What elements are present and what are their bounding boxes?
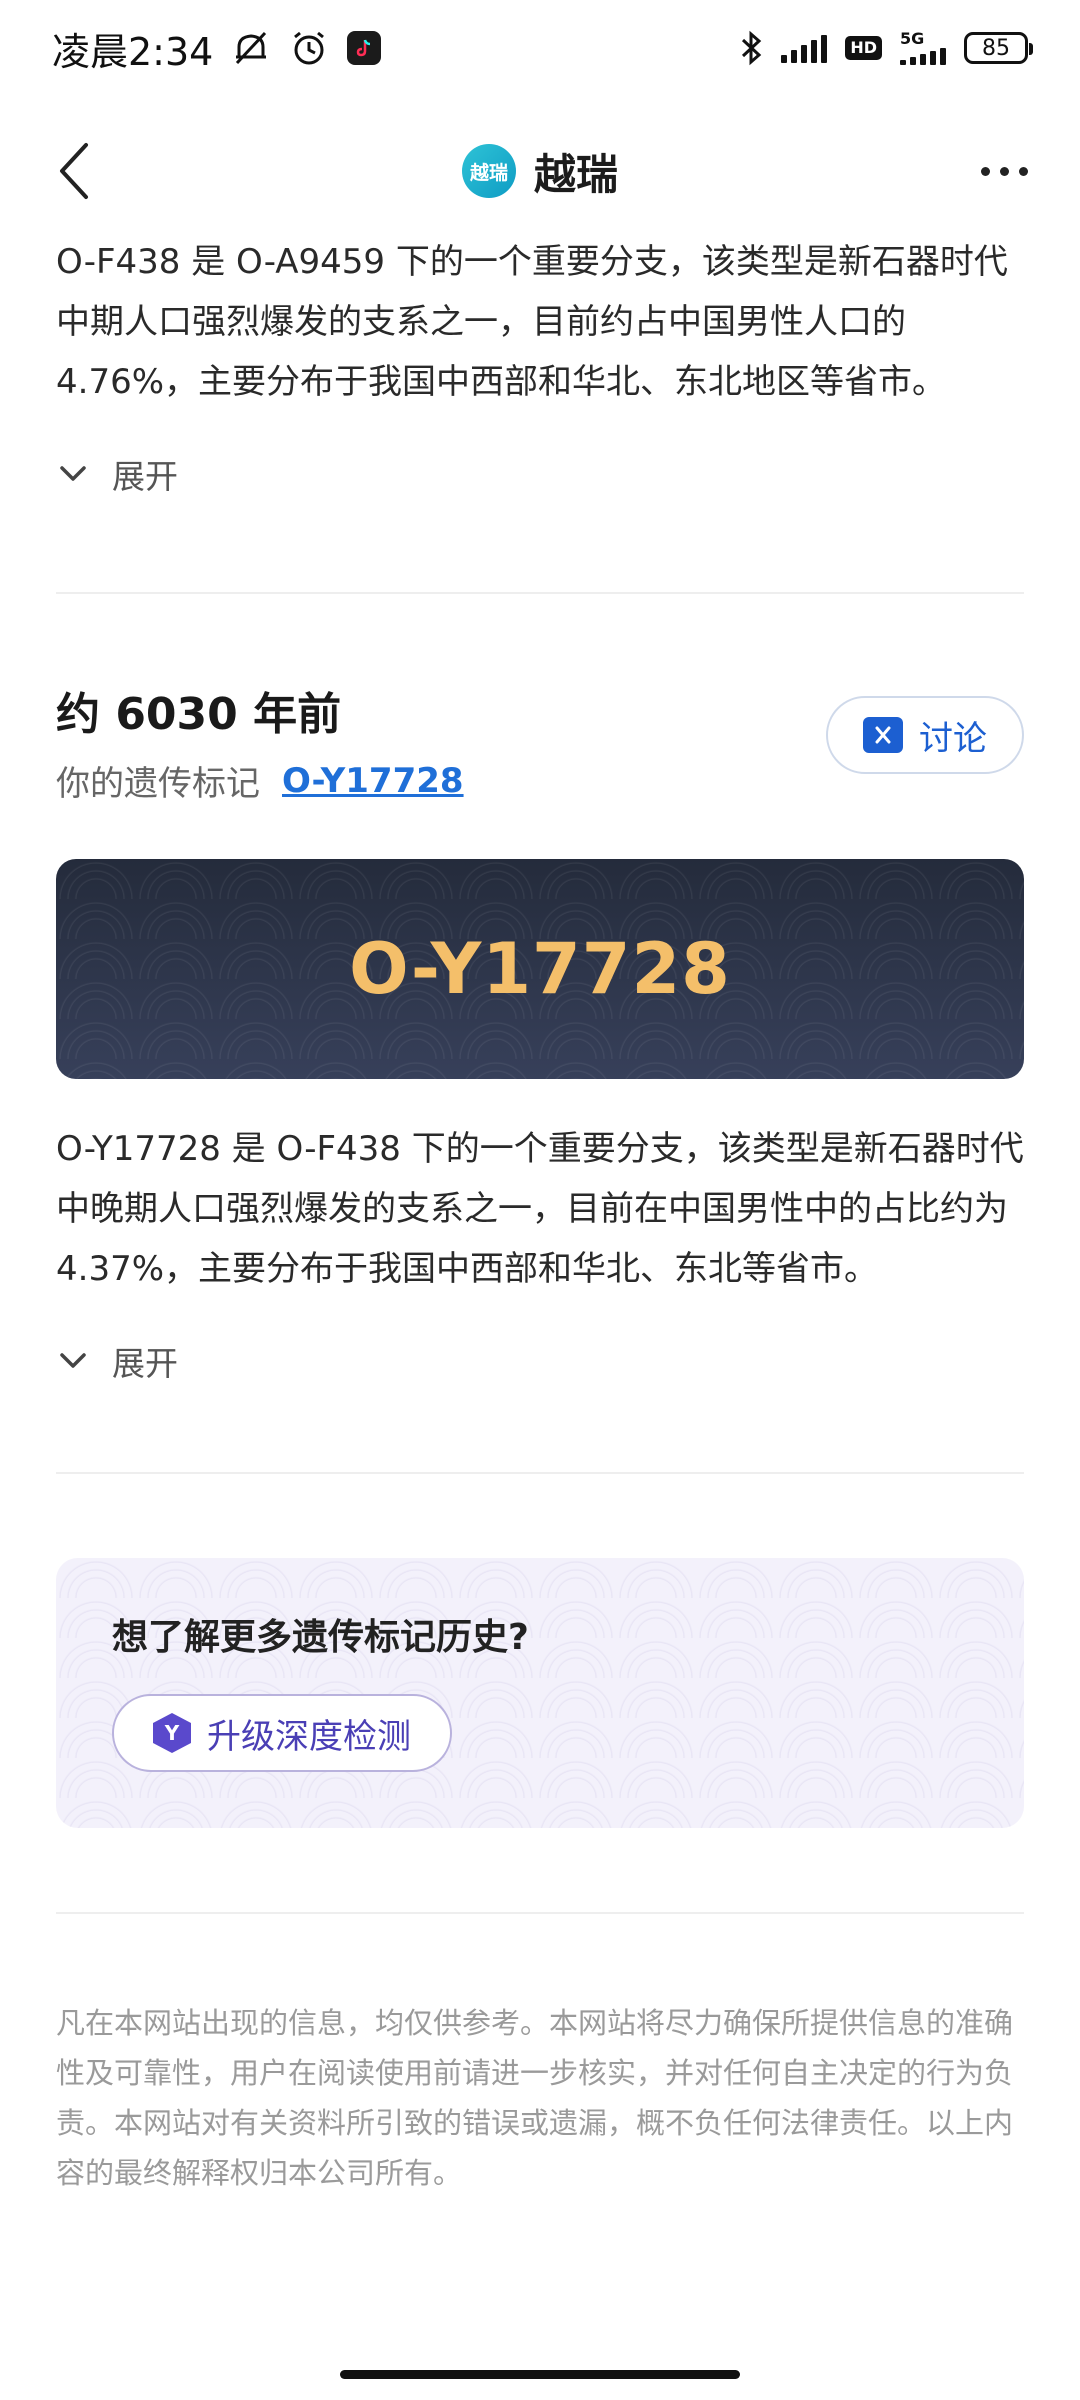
divider	[56, 1912, 1024, 1914]
haplogroup-section-2: 约 6030 年前 你的遗传标记 O-Y17728 讨论 O-Y17728 O-…	[56, 678, 1024, 1383]
back-arrow-icon	[60, 143, 88, 199]
upgrade-button[interactable]: Y 升级深度检测	[112, 1694, 452, 1772]
tiktok-app-icon	[347, 31, 382, 65]
section2-description: O-Y17728 是 O-F438 下的一个重要分支，该类型是新石器时代中晚期人…	[56, 1129, 1024, 1289]
page-title: 越瑞	[533, 149, 618, 199]
discuss-icon	[863, 717, 903, 753]
divider	[56, 1472, 1024, 1474]
section1-description: O-F438 是 O-A9459 下的一个重要分支，该类型是新石器时代中期人口强…	[56, 242, 1008, 402]
discuss-button[interactable]: 讨论	[826, 696, 1024, 774]
status-right: HD 5G 85	[739, 29, 1033, 67]
status-bar: 凌晨2:34 HD 5G 85	[0, 0, 1080, 96]
chevron-down-icon	[60, 466, 86, 481]
divider	[56, 592, 1024, 594]
bluetooth-icon	[739, 29, 763, 67]
section1-expand-button[interactable]: 展开	[56, 450, 1024, 498]
back-button[interactable]	[44, 136, 104, 206]
chevron-down-icon	[60, 1353, 86, 1368]
expand-label: 展开	[112, 1344, 178, 1383]
home-indicator[interactable]	[340, 2370, 740, 2379]
more-dot-icon	[980, 166, 990, 176]
y-hexagon-icon: Y	[153, 1713, 191, 1753]
more-dot-icon	[999, 166, 1009, 176]
status-time: 凌晨2:34	[52, 29, 214, 74]
disclaimer-section: 凡在本网站出现的信息，均仅供参考。本网站将尽力确保所提供信息的准确性及可靠性，用…	[56, 1998, 1024, 2198]
alarm-icon	[289, 29, 329, 67]
status-left: 凌晨2:34	[52, 21, 382, 76]
more-dot-icon	[1018, 166, 1028, 176]
upgrade-button-label: 升级深度检测	[207, 1716, 411, 1757]
more-options-button[interactable]	[964, 136, 1044, 206]
marker-label: 你的遗传标记	[56, 764, 260, 804]
battery-icon: 85	[964, 32, 1033, 64]
discuss-label: 讨论	[919, 718, 987, 759]
app-header: 越瑞 越瑞	[0, 106, 1080, 236]
upgrade-promo-card: 想了解更多遗传标记历史? Y 升级深度检测	[56, 1558, 1024, 1828]
network-label: 5G	[900, 29, 925, 48]
marker-link[interactable]: O-Y17728	[282, 761, 464, 801]
promo-title: 想了解更多遗传标记历史?	[112, 1617, 529, 1658]
brand-logo: 越瑞	[461, 144, 516, 198]
haplogroup-banner: O-Y17728	[56, 859, 1024, 1079]
signal-icon-2	[900, 47, 946, 65]
network-indicator: 5G	[900, 31, 946, 65]
section2-expand-button[interactable]: 展开	[56, 1337, 1024, 1385]
signal-icon	[781, 33, 828, 63]
upgrade-promo-section: 想了解更多遗传标记历史? Y 升级深度检测	[56, 1558, 1024, 1828]
disclaimer-text: 凡在本网站出现的信息，均仅供参考。本网站将尽力确保所提供信息的准确性及可靠性，用…	[56, 2006, 1014, 2190]
brand: 越瑞 越瑞	[461, 141, 618, 202]
expand-label: 展开	[112, 457, 178, 496]
banner-title: O-Y17728	[349, 928, 731, 1010]
battery-level: 85	[982, 35, 1010, 61]
mute-icon	[231, 29, 271, 67]
haplogroup-section-1: O-F438 是 O-A9459 下的一个重要分支，该类型是新石器时代中期人口强…	[56, 232, 1024, 498]
hd-badge: HD	[845, 36, 882, 60]
